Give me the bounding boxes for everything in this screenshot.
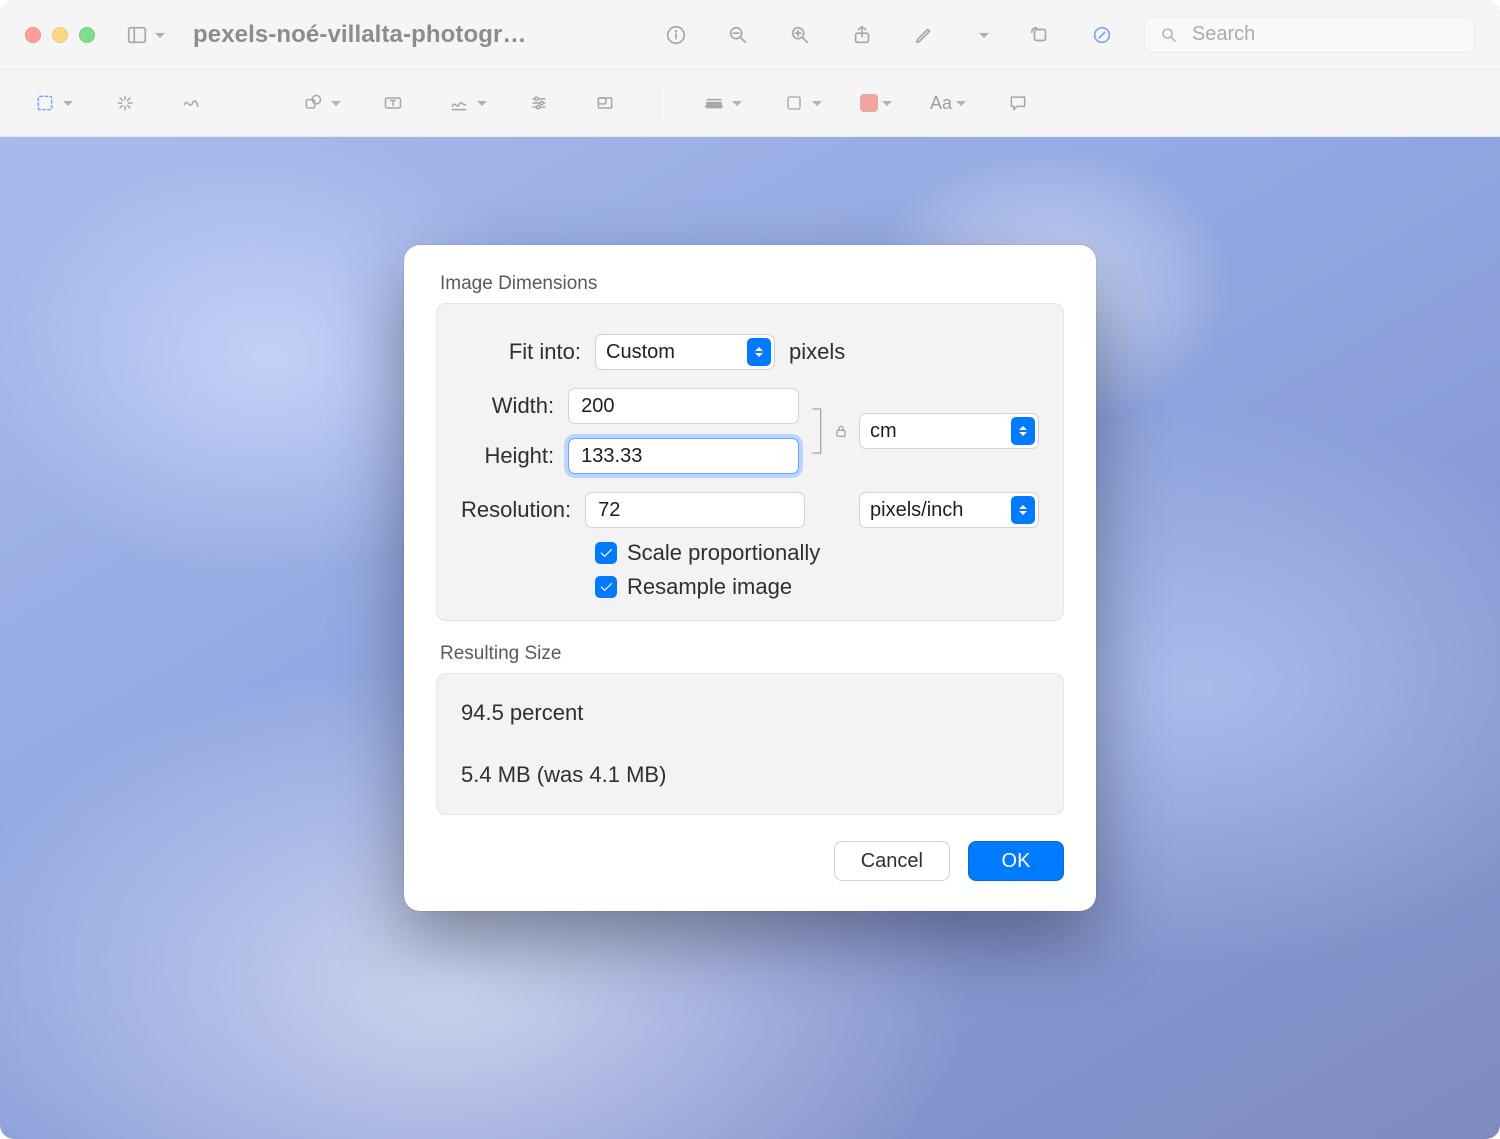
- resample-image-checkbox[interactable]: [595, 576, 617, 598]
- height-input[interactable]: [579, 444, 788, 469]
- image-dimensions-dialog: Image Dimensions Fit into: Custom pixels…: [404, 245, 1096, 911]
- resolution-input[interactable]: [596, 498, 793, 523]
- height-label: Height:: [461, 443, 554, 469]
- resolution-unit-value: pixels/inch: [870, 499, 963, 522]
- select-stepper-icon: [747, 338, 771, 366]
- scale-proportionally-label: Scale proportionally: [627, 540, 820, 566]
- height-field[interactable]: [568, 438, 799, 474]
- size-unit-select[interactable]: cm: [859, 413, 1039, 449]
- resolution-unit-select[interactable]: pixels/inch: [859, 492, 1039, 528]
- fit-into-unit: pixels: [789, 339, 845, 365]
- fit-into-label: Fit into:: [461, 339, 581, 365]
- width-input[interactable]: [579, 394, 788, 419]
- resulting-percent: 94.5 percent: [461, 700, 1039, 726]
- width-field[interactable]: [568, 388, 799, 424]
- scale-proportionally-checkbox[interactable]: [595, 542, 617, 564]
- check-icon: [598, 545, 614, 561]
- resolution-label: Resolution:: [461, 497, 571, 523]
- ok-button[interactable]: OK: [968, 841, 1064, 881]
- check-icon: [598, 579, 614, 595]
- fit-into-select[interactable]: Custom: [595, 334, 775, 370]
- resulting-size-label: Resulting Size: [440, 643, 1064, 665]
- image-dimensions-label: Image Dimensions: [440, 273, 1064, 295]
- width-label: Width:: [461, 393, 554, 419]
- app-window: pexels-noé-villalta-photogr…: [0, 0, 1500, 1139]
- fit-into-value: Custom: [606, 341, 675, 364]
- cancel-button[interactable]: Cancel: [834, 841, 950, 881]
- modal-overlay: Image Dimensions Fit into: Custom pixels…: [0, 0, 1500, 1139]
- select-stepper-icon: [1011, 496, 1035, 524]
- resolution-field[interactable]: [585, 492, 804, 528]
- resample-image-label: Resample image: [627, 574, 792, 600]
- resulting-filesize: 5.4 MB (was 4.1 MB): [461, 762, 1039, 788]
- select-stepper-icon: [1011, 417, 1035, 445]
- size-unit-value: cm: [870, 420, 897, 443]
- resulting-size-panel: 94.5 percent 5.4 MB (was 4.1 MB): [436, 673, 1064, 815]
- aspect-lock[interactable]: [809, 396, 849, 466]
- image-dimensions-panel: Fit into: Custom pixels Width:: [436, 303, 1064, 621]
